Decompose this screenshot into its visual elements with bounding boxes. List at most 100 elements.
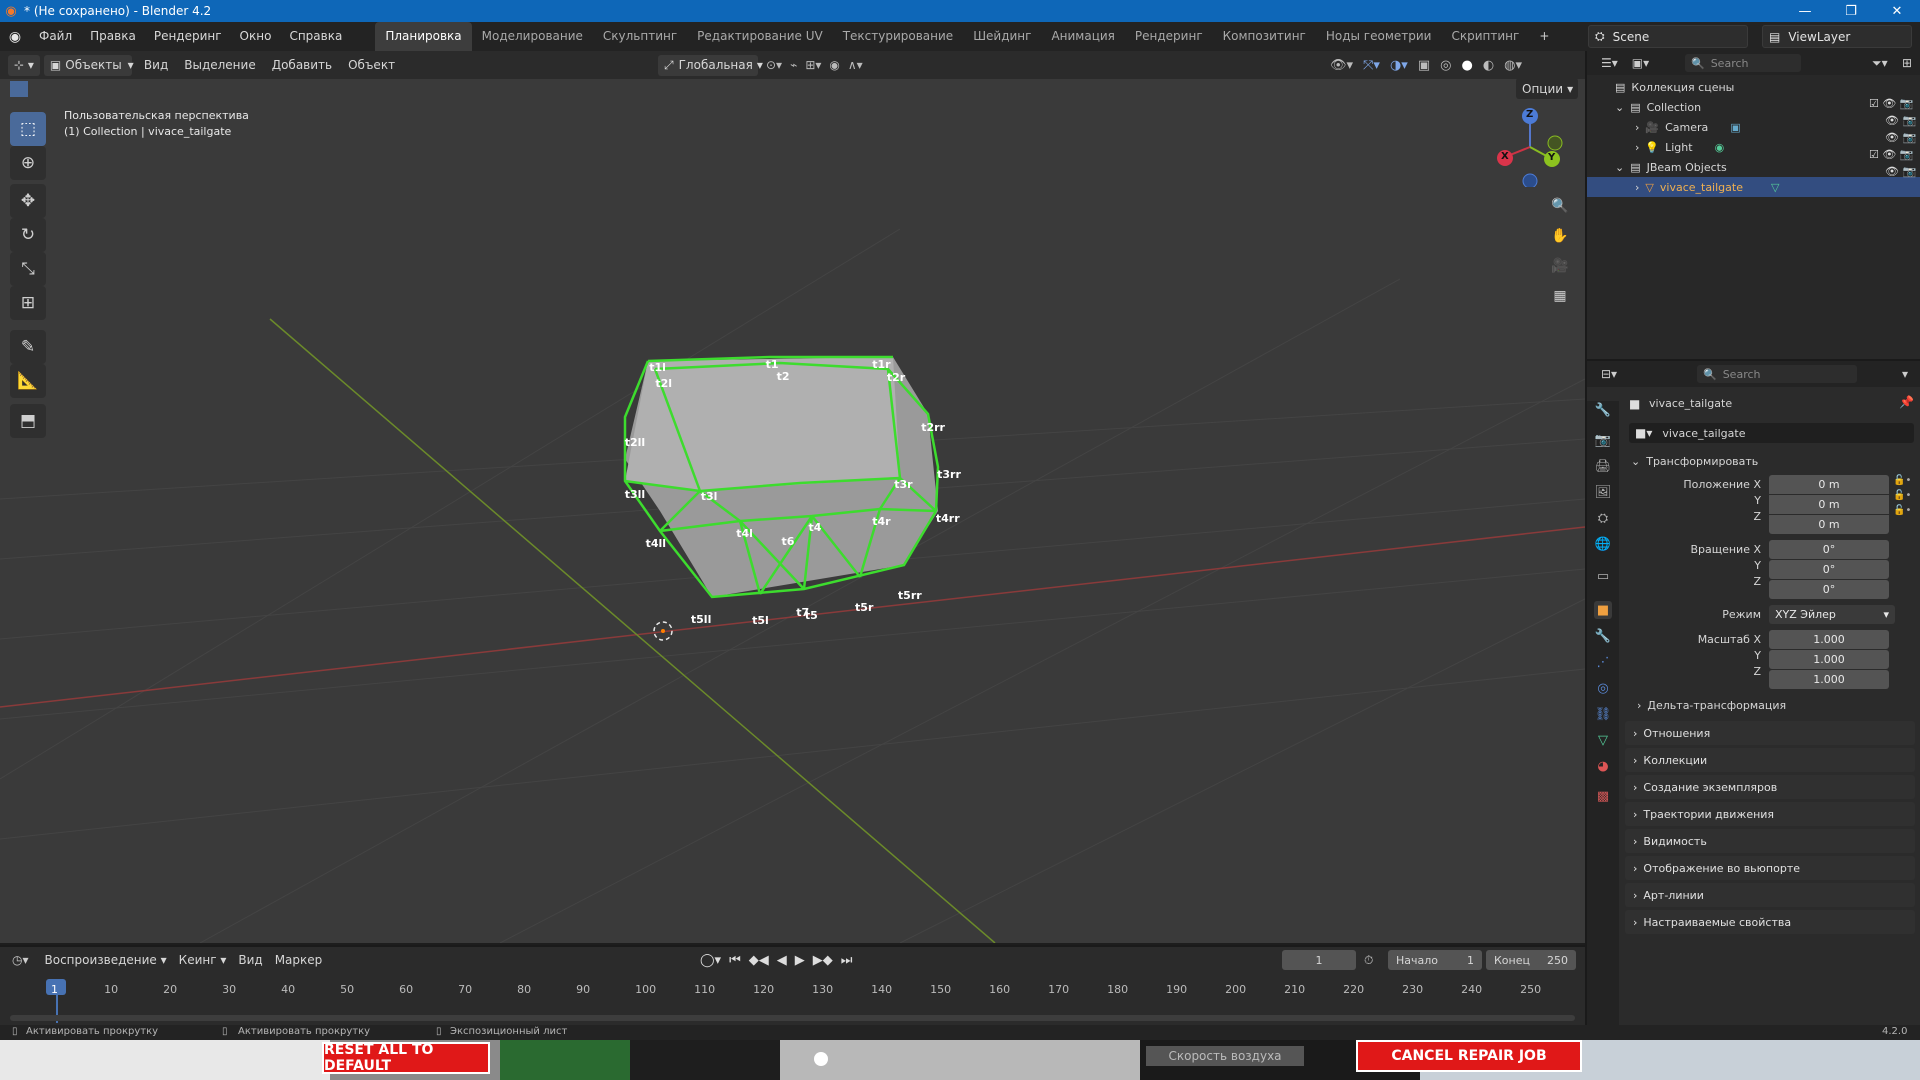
menu-view[interactable]: Вид (136, 58, 176, 72)
rotation-y-field[interactable]: 0° (1769, 560, 1889, 579)
section-line-art[interactable]: › Арт-линии (1625, 883, 1915, 907)
delta-transform-header[interactable]: › Дельта-трансформация (1637, 695, 1786, 715)
scale-tool-icon[interactable]: ⤡ (10, 252, 46, 286)
tool-tab-icon[interactable]: 🔧 (1594, 401, 1612, 419)
tab-layout[interactable]: Планировка (375, 22, 472, 51)
wireframe-shading-icon[interactable]: ◎ (1440, 58, 1451, 73)
ortho-grid-icon[interactable]: ▦ (1547, 283, 1573, 309)
transform-section-header[interactable]: ⌄ Трансформировать (1625, 449, 1915, 473)
tab-compositing[interactable]: Композитинг (1213, 22, 1316, 51)
section-relations[interactable]: › Отношения (1625, 721, 1915, 745)
section-motion-paths[interactable]: › Траектории движения (1625, 802, 1915, 826)
lock-icon[interactable]: 🔓• (1893, 475, 1911, 486)
gizmo-toggle-icon[interactable]: ⤧▾ (1363, 58, 1380, 73)
transform-orientation-dropdown[interactable]: ⤢ Глобальная ▾ (658, 54, 763, 76)
properties-editor-icon[interactable]: ⊟▾ (1601, 367, 1617, 381)
select-extend-icon[interactable] (30, 81, 48, 97)
measure-tool-icon[interactable]: 📐 (10, 364, 46, 398)
move-tool-icon[interactable]: ✥ (10, 184, 46, 218)
expand-chevron-icon[interactable]: › (1635, 141, 1639, 154)
constraints-tab-icon[interactable]: ⛓ (1594, 705, 1612, 723)
rotation-mode-dropdown[interactable]: XYZ Эйлер ▾ (1769, 605, 1895, 624)
pan-hand-icon[interactable]: ✋ (1547, 223, 1573, 249)
new-collection-icon[interactable]: ⊞ (1902, 56, 1912, 70)
pin-icon[interactable]: 📌 (1899, 395, 1914, 409)
3d-viewport[interactable]: Пользовательская перспектива (1) Collect… (0, 79, 1585, 943)
blender-menu-icon[interactable]: ◉ (0, 29, 30, 45)
tab-texture-paint[interactable]: Текстурирование (833, 22, 963, 51)
filter-icon[interactable]: ⏷▾ (1872, 56, 1888, 71)
menu-object[interactable]: Объект (340, 58, 403, 72)
lock-icon[interactable]: 🔓• (1893, 505, 1911, 516)
material-shading-icon[interactable]: ◐ (1483, 58, 1494, 73)
falloff-icon[interactable]: ∧▾ (848, 58, 863, 72)
mode-dropdown[interactable]: ▣ Объекты ▾ (43, 54, 134, 76)
expand-chevron-icon[interactable]: › (1635, 181, 1639, 194)
menu-edit[interactable]: Правка (81, 22, 145, 51)
select-invert-icon[interactable] (70, 81, 88, 97)
snap-target-icon[interactable]: ⊞▾ (805, 58, 821, 72)
object-data-dropdown-icon[interactable]: ■▾ (1635, 426, 1652, 440)
select-subtract-icon[interactable] (50, 81, 68, 97)
object-name-field[interactable]: ■▾ vivace_tailgate (1629, 423, 1914, 443)
xray-icon[interactable]: ▣ (1418, 58, 1430, 73)
scene-selector[interactable]: ⛭ Scene (1588, 25, 1748, 48)
camera-view-icon[interactable]: 🎥 (1547, 253, 1573, 279)
pivot-icon[interactable]: ⊙▾ (766, 58, 782, 72)
expand-chevron-icon[interactable]: ⌄ (1615, 161, 1624, 174)
options-dropdown[interactable]: Опции ▾ (1516, 79, 1578, 99)
object-tab-icon[interactable]: ■ (1594, 601, 1612, 619)
section-visibility[interactable]: › Видимость (1625, 829, 1915, 853)
cursor-tool-icon[interactable]: ⊕ (10, 146, 46, 180)
particles-tab-icon[interactable]: ⋰ (1594, 653, 1612, 671)
collection-tab-icon[interactable]: ▭ (1594, 567, 1612, 585)
reset-all-button[interactable]: RESET ALL TO DEFAULT (322, 1042, 490, 1074)
render-tab-icon[interactable]: 📷 (1594, 431, 1612, 449)
physics-tab-icon[interactable]: ◎ (1594, 679, 1612, 697)
rotation-z-field[interactable]: 0° (1769, 580, 1889, 599)
minimize-button[interactable]: — (1782, 0, 1828, 22)
tab-sculpting[interactable]: Скульптинг (593, 22, 687, 51)
view-layer-tab-icon[interactable]: 🖼 (1594, 483, 1612, 501)
tab-animation[interactable]: Анимация (1041, 22, 1124, 51)
rotation-x-field[interactable]: 0° (1769, 540, 1889, 559)
annotate-tool-icon[interactable]: ✎ (10, 330, 46, 364)
modifier-tab-icon[interactable]: 🔧 (1594, 627, 1612, 645)
outliner-row-vivace-tailgate[interactable]: › ▽ vivace_tailgate ▽ (1587, 177, 1920, 197)
menu-window[interactable]: Окно (231, 22, 281, 51)
rendered-shading-icon[interactable]: ◍▾ (1504, 58, 1522, 73)
transform-tool-icon[interactable]: ⊞ (10, 286, 46, 320)
solid-shading-icon[interactable]: ● (1461, 58, 1472, 73)
snap-icon[interactable]: ⌁ (790, 58, 797, 72)
jbeam-visibility-icons[interactable]: ☑ 👁 📷 (1869, 148, 1916, 161)
camera-visibility-icons[interactable]: 👁 📷 (1885, 114, 1916, 127)
select-box-tool-icon[interactable]: ⬚ (10, 112, 46, 146)
outliner-editor-icon[interactable]: ☰▾ (1601, 56, 1618, 70)
material-tab-icon[interactable]: ◕ (1594, 757, 1612, 775)
rotate-tool-icon[interactable]: ↻ (10, 218, 46, 252)
editor-type-button[interactable]: ⊹ ▾ (8, 54, 40, 76)
menu-add[interactable]: Добавить (264, 58, 340, 72)
view-layer-selector[interactable]: ▤ ViewLayer (1762, 25, 1912, 48)
section-custom-properties[interactable]: › Настраиваемые свойства (1625, 910, 1915, 934)
outliner-search-input[interactable]: 🔍 Search (1685, 54, 1801, 72)
tab-uv-editing[interactable]: Редактирование UV (687, 22, 833, 51)
location-y-field[interactable]: 0 m (1769, 495, 1889, 514)
tab-geometry-nodes[interactable]: Ноды геометрии (1316, 22, 1442, 51)
chevron-down-icon[interactable]: ▾ (1902, 367, 1908, 381)
section-instancing[interactable]: › Создание экземпляров (1625, 775, 1915, 799)
tab-shading[interactable]: Шейдинг (963, 22, 1041, 51)
proportional-edit-icon[interactable]: ◉ (829, 58, 839, 72)
section-viewport-display[interactable]: › Отображение во вьюпорте (1625, 856, 1915, 880)
expand-chevron-icon[interactable]: ⌄ (1615, 101, 1624, 114)
tab-rendering[interactable]: Рендеринг (1125, 22, 1213, 51)
menu-help[interactable]: Справка (280, 22, 351, 51)
close-button[interactable]: ✕ (1874, 0, 1920, 22)
world-tab-icon[interactable]: 🌐 (1594, 535, 1612, 553)
location-x-field[interactable]: 0 m (1769, 475, 1889, 494)
expand-chevron-icon[interactable]: › (1635, 121, 1639, 134)
output-tab-icon[interactable]: 🖨 (1594, 457, 1612, 475)
overlay-toggle-icon[interactable]: ◑▾ (1390, 58, 1408, 73)
menu-select[interactable]: Выделение (176, 58, 263, 72)
select-new-icon[interactable] (10, 81, 28, 97)
